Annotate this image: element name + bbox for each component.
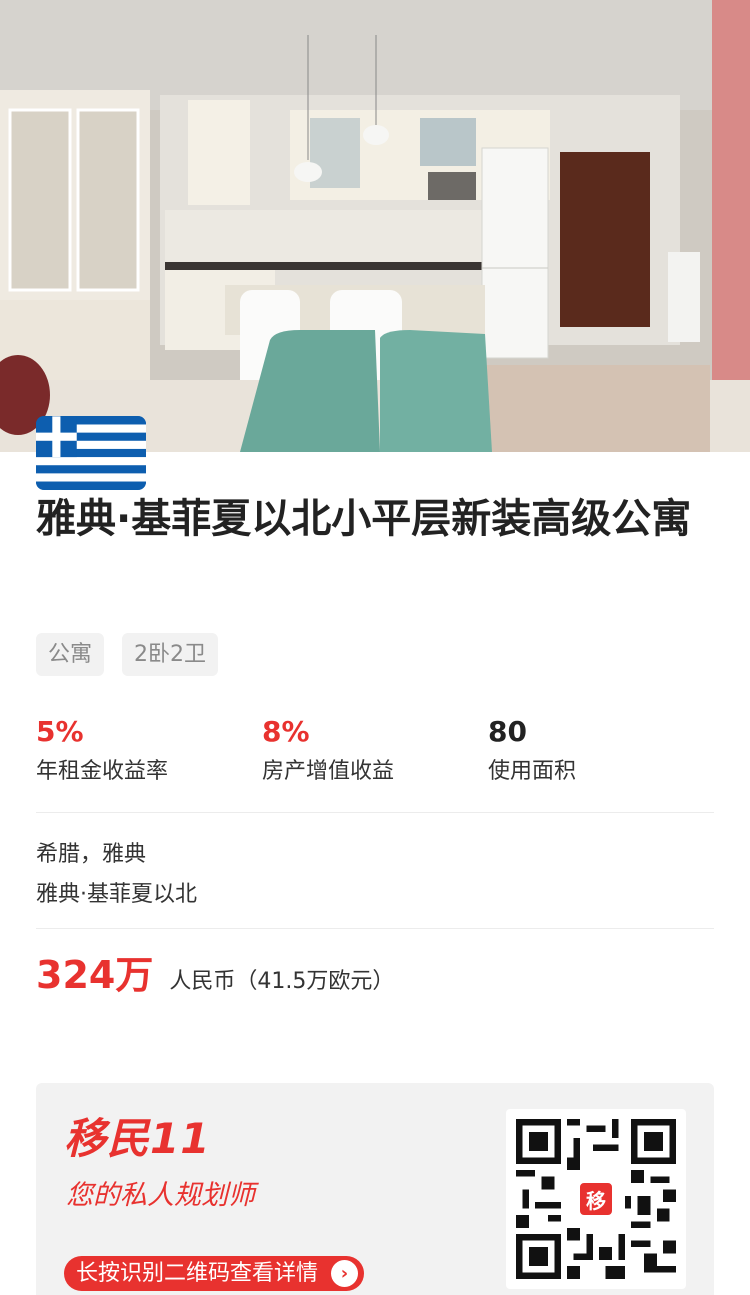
stat-area: 80 使用面积	[488, 714, 576, 788]
qr-cta-button[interactable]: 长按识别二维码查看详情 ›	[64, 1256, 365, 1291]
location-region: 希腊，雅典	[36, 842, 147, 867]
brand-logo: 移民11	[64, 1114, 211, 1163]
location: 希腊，雅典 雅典·基菲夏以北	[36, 835, 197, 915]
stat-rental-yield: 5% 年租金收益率	[36, 714, 168, 788]
brand-slogan: 您的私人规划师	[66, 1180, 255, 1211]
listing-title: 雅典·基菲夏以北小平层新装高级公寓	[36, 496, 692, 542]
stat-label: 房产增值收益	[262, 759, 395, 784]
tag-type: 公寓	[36, 633, 105, 676]
stat-value: 8%	[262, 715, 310, 748]
price-amount: 324万	[36, 953, 154, 997]
qr-code-icon[interactable]: 移	[506, 1109, 686, 1289]
price: 324万 人民币（41.5万欧元）	[36, 950, 394, 1000]
tag-list: 公寓 2卧2卫	[36, 633, 219, 676]
tag-rooms: 2卧2卫	[122, 633, 219, 676]
divider	[36, 812, 714, 813]
stat-label: 年租金收益率	[36, 759, 169, 784]
stats-row: 5% 年租金收益率 8% 房产增值收益 80 使用面积	[36, 714, 716, 794]
cta-label: 长按识别二维码查看详情	[76, 1261, 319, 1286]
stat-value: 5%	[36, 715, 84, 748]
hero-photo	[0, 0, 750, 452]
stat-value: 80	[488, 715, 527, 748]
divider	[36, 928, 714, 929]
promo-banner[interactable]: 移民11 您的私人规划师 长按识别二维码查看详情 › 移	[36, 1083, 714, 1295]
stat-label: 使用面积	[488, 759, 577, 784]
stat-appreciation: 8% 房产增值收益	[262, 714, 394, 788]
price-detail: 人民币（41.5万欧元）	[169, 969, 395, 994]
location-district: 雅典·基菲夏以北	[36, 882, 197, 907]
chevron-right-icon: ›	[331, 1260, 359, 1287]
greece-flag-icon	[36, 416, 146, 490]
qr-badge: 移	[578, 1181, 614, 1217]
